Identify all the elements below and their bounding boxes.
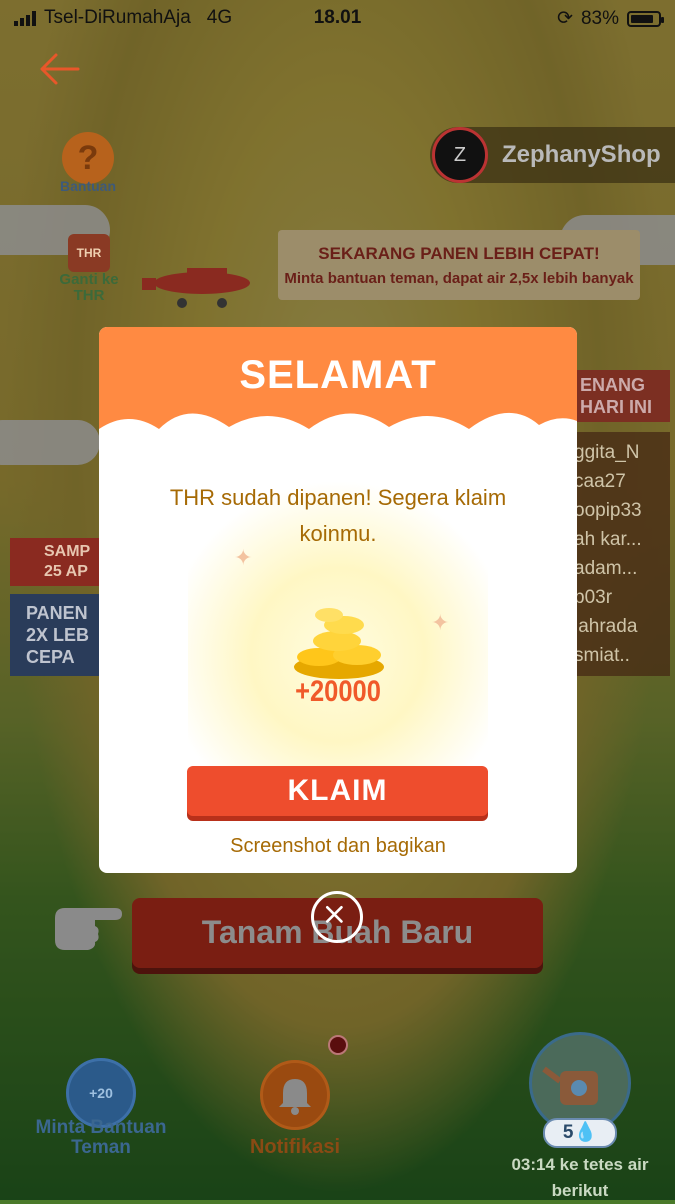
leaderboard-entry: p03r xyxy=(574,587,613,608)
shop-avatar: Z xyxy=(432,127,488,183)
water-drop-small-icon: 💧 xyxy=(573,1122,598,1143)
leaderboard-entry: smiat.. xyxy=(574,645,630,666)
dialog-title: SELAMAT xyxy=(239,353,437,397)
water-count: 5💧 xyxy=(543,1118,617,1148)
cloud-edge-decoration xyxy=(99,412,577,459)
shop-name: ZephanyShop xyxy=(502,141,661,168)
sparkle-icon: ✦ xyxy=(431,610,450,635)
help-icon: ? xyxy=(62,132,114,184)
leaderboard-entry: oopip33 xyxy=(574,500,642,521)
rotation-lock-icon: ⟳ xyxy=(557,8,573,29)
close-icon xyxy=(325,905,343,923)
water-timer: 03:14 ke tetes air berikut xyxy=(511,1155,649,1200)
banner-subline: Minta bantuan teman, dapat air 2,5x lebi… xyxy=(284,270,634,287)
banner-headline: SEKARANG PANEN LEBIH CEPAT! xyxy=(318,244,600,263)
promo-banner: SEKARANG PANEN LEBIH CEPAT! Minta bantua… xyxy=(278,230,640,300)
coins-icon xyxy=(294,608,384,679)
screenshot-share-link[interactable]: Screenshot dan bagikan xyxy=(99,835,577,858)
water-count-value: 5 xyxy=(562,1122,574,1143)
leaderboard-entry: caa27 xyxy=(574,471,626,492)
help-label: Bantuan xyxy=(60,178,116,194)
ask-friends-label: Minta Bantuan Teman xyxy=(35,1117,167,1158)
help-button[interactable]: ? Bantuan xyxy=(58,132,118,194)
notifications-label: Notifikasi xyxy=(249,1136,341,1158)
close-dialog-button[interactable] xyxy=(311,891,363,943)
watering-can-button[interactable]: 5💧 03:14 ke tetes air berikut xyxy=(495,1032,665,1204)
shop-chip[interactable]: Z ZephanyShop xyxy=(430,127,675,183)
leaderboard-entry: iahrada xyxy=(574,616,638,637)
leaderboard-entry: ggita_N xyxy=(574,442,640,463)
claim-button[interactable]: KLAIM xyxy=(187,766,488,816)
notifications-button[interactable]: Notifikasi xyxy=(240,1060,350,1159)
event-date: SAMP 25 AP xyxy=(10,538,100,586)
event-sign: SAMP 25 AP PANEN 2X LEB CEPA xyxy=(10,538,100,676)
leaderboard-entry: ah kar... xyxy=(574,529,642,550)
dialog-message: THR sudah dipanen! Segera klaim koinmu. xyxy=(169,485,507,546)
notification-dot xyxy=(328,1035,348,1055)
thr-badge: THR xyxy=(68,234,110,272)
reward-amount: +20000 xyxy=(295,675,381,708)
back-arrow-icon[interactable] xyxy=(38,52,80,86)
bell-icon xyxy=(260,1060,330,1130)
battery-percent: 83% xyxy=(580,7,619,29)
event-promo: PANEN 2X LEB CEPA xyxy=(10,594,100,676)
pointing-hand-icon xyxy=(55,908,122,950)
leaderboard-entry: adam... xyxy=(574,558,638,579)
ask-friends-button[interactable]: +20 Minta Bantuan Teman xyxy=(20,1058,182,1158)
switch-thr-button[interactable]: THR Ganti ke THR xyxy=(55,234,123,304)
congratulations-dialog: SELAMAT ✦ ✦ THR sudah dipanen! Segera kl… xyxy=(99,327,577,873)
airplane-icon xyxy=(142,268,250,308)
thr-label: Ganti ke THR xyxy=(59,271,119,304)
status-bar: Tsel-DiRumahAja 4G 18.01 ⟳ 83% xyxy=(0,0,675,36)
battery-icon xyxy=(627,10,664,27)
